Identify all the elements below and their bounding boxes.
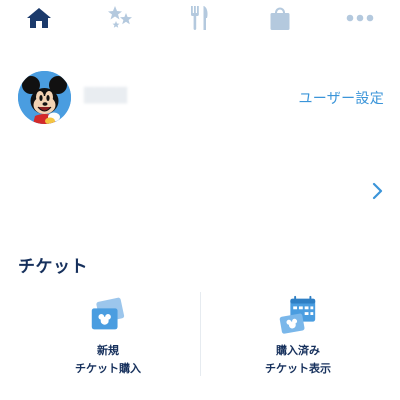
info-row[interactable]: [0, 168, 400, 214]
more-icon: [346, 14, 374, 22]
app-screen: ████ ユーザー設定 チケット 新規 チケット購入 購入済み チケット表示: [0, 0, 400, 400]
tab-more[interactable]: [340, 2, 380, 34]
tab-magic[interactable]: [100, 2, 140, 34]
top-tab-bar: [0, 0, 400, 38]
profile-row: ████ ユーザー設定: [0, 66, 400, 126]
home-icon: [27, 8, 51, 28]
user-settings-link[interactable]: ユーザー設定: [298, 88, 384, 108]
tab-home[interactable]: [19, 2, 59, 34]
chevron-right-icon: [372, 182, 383, 200]
tab-dining[interactable]: [180, 2, 220, 34]
mickey-avatar[interactable]: [18, 71, 71, 124]
shopping-bag-icon: [270, 7, 290, 30]
stars-icon: [108, 6, 132, 28]
ticket-calendar-icon: [279, 295, 316, 334]
username-obscured: ████: [84, 88, 128, 104]
new-ticket-purchase-button[interactable]: 新規 チケット購入: [8, 290, 208, 378]
tile-label-line1: 購入済み: [276, 344, 320, 357]
tile-label-line2: チケット購入: [75, 362, 141, 375]
dining-icon: [191, 6, 208, 30]
tile-divider: [200, 292, 201, 376]
ticket-purchase-icon: [91, 297, 125, 330]
tile-label-line2: チケット表示: [265, 362, 331, 375]
ticket-section-title: チケット: [18, 257, 88, 277]
tab-shopping[interactable]: [260, 2, 300, 34]
mickey-avatar-icon: [18, 71, 71, 124]
tile-label-line1: 新規: [97, 344, 119, 357]
purchased-ticket-view-button[interactable]: 購入済み チケット表示: [198, 290, 398, 378]
